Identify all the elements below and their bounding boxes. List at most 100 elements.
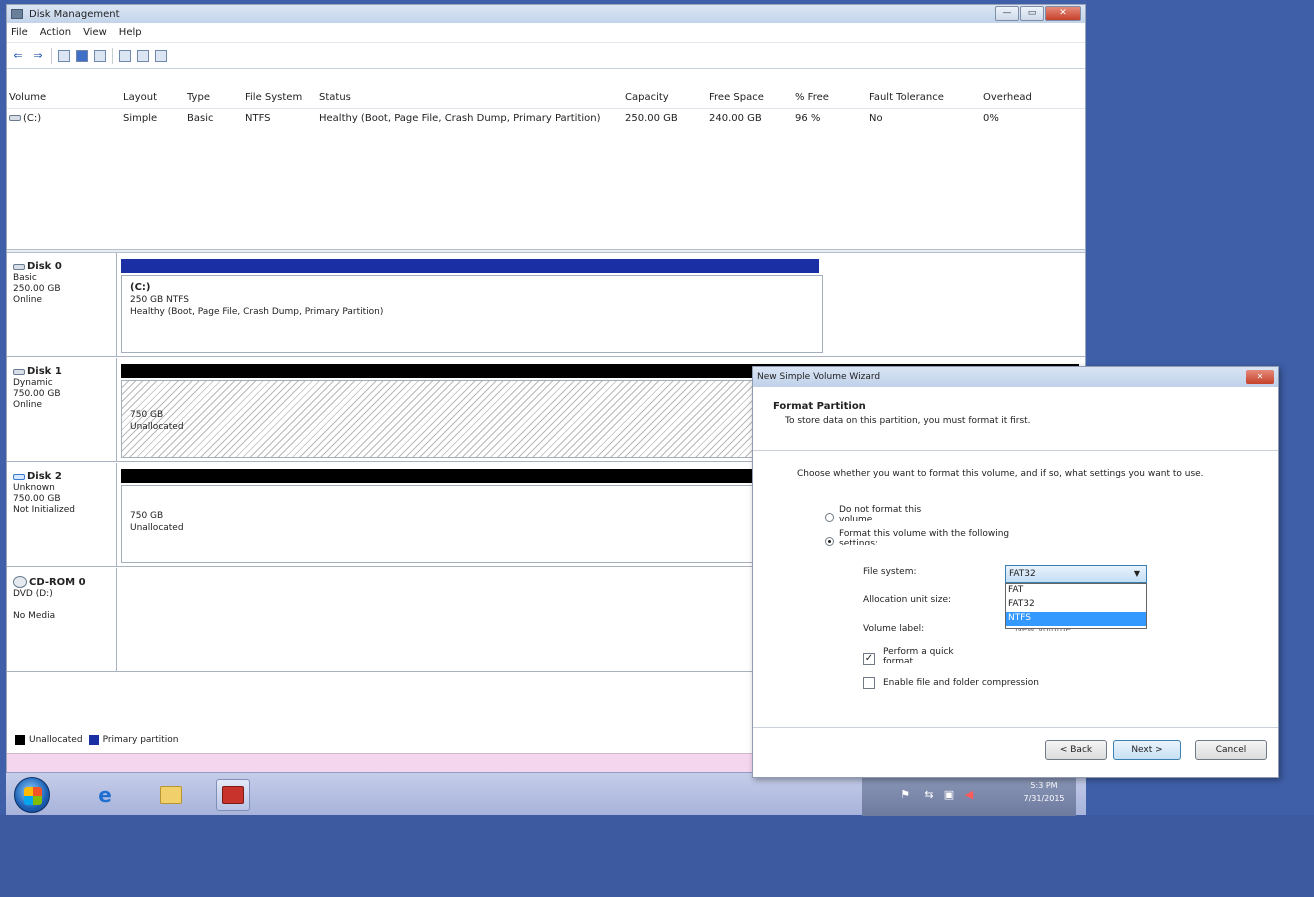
window-title: Disk Management	[29, 8, 120, 20]
legend: Unallocated Primary partition	[15, 735, 178, 745]
dialog-title-bar[interactable]: New Simple Volume Wizard	[753, 367, 1278, 387]
column-header-overhead[interactable]: Overhead	[983, 92, 1032, 103]
column-header-fault-tolerance[interactable]: Fault Tolerance	[869, 92, 944, 103]
menu-file[interactable]: File	[11, 27, 28, 38]
toolbar-separator	[112, 47, 113, 64]
legend-label-unallocated: Unallocated	[29, 735, 83, 745]
show-hide-console-tree-icon[interactable]	[58, 49, 70, 62]
system-clock[interactable]: 5:3 PM 7/31/2015	[1020, 779, 1068, 805]
toolbar-separator	[51, 47, 52, 64]
disk-label-disk-0[interactable]: Disk 0 Basic 250.00 GB Online	[7, 253, 117, 356]
compression-label: Enable file and folder compression	[883, 678, 1039, 688]
file-system-select[interactable]: FAT32 ▼	[1005, 565, 1147, 583]
format-volume-label: Format this volume with the following se…	[839, 529, 1010, 545]
show-action-pane-icon[interactable]	[94, 49, 106, 62]
rescan-disks-icon[interactable]	[155, 49, 167, 62]
help-icon[interactable]	[76, 49, 88, 62]
disk-label-cd-rom-0[interactable]: CD-ROM 0 DVD (D:) No Media	[7, 568, 117, 671]
type-cell: Basic	[187, 113, 214, 124]
do-not-format-radio[interactable]	[825, 513, 834, 522]
back-button[interactable]: < Back	[1045, 740, 1107, 760]
layout-cell: Simple	[123, 113, 158, 124]
maximize-button[interactable]: ▭	[1020, 6, 1044, 21]
column-header-status[interactable]: Status	[319, 92, 351, 103]
menu-view[interactable]: View	[83, 27, 107, 38]
computer-management-icon[interactable]	[216, 779, 250, 811]
format-instruction: Choose whether you want to format this v…	[797, 469, 1204, 479]
column-header-file-system[interactable]: File System	[245, 92, 302, 103]
allocation-unit-size-label: Allocation unit size:	[863, 595, 952, 605]
volume-muted-icon[interactable]: ◀	[962, 788, 976, 802]
legend-swatch-unallocated	[15, 735, 25, 745]
column-header-percent-free[interactable]: % Free	[795, 92, 829, 103]
legend-label-primary: Primary partition	[102, 735, 179, 745]
do-not-format-label: Do not format this volume	[839, 505, 922, 521]
windows-logo-icon	[24, 787, 42, 805]
cd-rom-icon	[13, 576, 27, 588]
disk-label-disk-1[interactable]: Disk 1 Dynamic 750.00 GB Online	[7, 358, 117, 461]
start-button[interactable]	[14, 777, 50, 813]
primary-partition-bar	[121, 259, 819, 273]
volume-list-header: Volume Layout Type File System Status Ca…	[7, 89, 1085, 109]
close-button[interactable]: ✕	[1045, 6, 1081, 21]
menu-action[interactable]: Action	[40, 27, 71, 38]
column-header-capacity[interactable]: Capacity	[625, 92, 669, 103]
internet-explorer-icon[interactable]: e	[88, 779, 122, 811]
disk-row-disk-0: Disk 0 Basic 250.00 GB Online (C:) 250 G…	[7, 253, 1085, 357]
status-cell: Healthy (Boot, Page File, Crash Dump, Pr…	[319, 113, 601, 124]
column-header-layout[interactable]: Layout	[123, 92, 157, 103]
table-row[interactable]: (C:) Simple Basic NTFS Healthy (Boot, Pa…	[7, 111, 1085, 129]
column-header-free-space[interactable]: Free Space	[709, 92, 764, 103]
window-controls: — ▭ ✕	[995, 6, 1081, 21]
new-simple-volume-wizard: New Simple Volume Wizard ✕ Format Partit…	[752, 366, 1279, 778]
action-center-icon[interactable]: ⚑	[898, 788, 912, 802]
forward-arrow-icon[interactable]: ⇒	[31, 49, 45, 63]
file-system-cell: NTFS	[245, 113, 271, 124]
disk-not-initialized-icon	[13, 473, 25, 480]
windows-explorer-icon[interactable]	[154, 779, 188, 811]
legend-swatch-primary	[88, 735, 99, 745]
column-header-volume[interactable]: Volume	[9, 92, 46, 103]
page-title: Format Partition	[773, 401, 866, 412]
next-button[interactable]: Next >	[1113, 740, 1181, 760]
toolbar: ⇐ ⇒	[7, 43, 1085, 69]
volume-cell: (C:)	[9, 113, 41, 124]
cancel-button[interactable]: Cancel	[1195, 740, 1267, 760]
overhead-cell: 0%	[983, 113, 999, 124]
free-space-cell: 240.00 GB	[709, 113, 762, 124]
notification-area: ⚑ ⇆ ▣ ◀ 5:3 PM 7/31/2015	[862, 773, 1076, 816]
properties-icon[interactable]	[137, 49, 149, 62]
disk-label-disk-2[interactable]: Disk 2 Unknown 750.00 GB Not Initialized	[7, 463, 117, 566]
file-system-option-fat[interactable]: FAT	[1006, 584, 1146, 598]
menu-help[interactable]: Help	[119, 27, 142, 38]
format-volume-radio[interactable]	[825, 537, 834, 546]
compression-checkbox[interactable]	[863, 677, 875, 689]
dialog-close-button[interactable]: ✕	[1246, 370, 1274, 384]
dialog-title: New Simple Volume Wizard	[757, 372, 881, 382]
column-header-type[interactable]: Type	[187, 92, 210, 103]
disk-icon	[13, 263, 25, 270]
disk-management-icon	[11, 9, 23, 19]
minimize-button[interactable]: —	[995, 6, 1019, 21]
file-system-label: File system:	[863, 567, 917, 577]
refresh-icon[interactable]	[119, 49, 131, 62]
title-bar[interactable]: Disk Management	[7, 5, 1085, 23]
usb-icon[interactable]: ⇆	[922, 788, 936, 802]
desktop-lower-area	[0, 815, 1314, 897]
page-subtitle: To store data on this partition, you mus…	[785, 416, 1031, 426]
volume-label-label: Volume label:	[863, 624, 925, 634]
taskbar: e ⚑ ⇆ ▣ ◀ 5:3 PM 7/31/2015	[6, 772, 1086, 816]
quick-format-checkbox[interactable]: ✓	[863, 653, 875, 665]
file-system-option-ntfs[interactable]: NTFS	[1006, 612, 1146, 626]
fault-tolerance-cell: No	[869, 113, 883, 124]
back-arrow-icon[interactable]: ⇐	[11, 49, 25, 63]
disk-icon	[13, 368, 25, 375]
file-system-option-fat32[interactable]: FAT32	[1006, 598, 1146, 612]
partition-c[interactable]: (C:) 250 GB NTFS Healthy (Boot, Page Fil…	[121, 275, 823, 353]
dialog-footer: < Back Next > Cancel	[753, 727, 1278, 777]
file-system-dropdown: FAT FAT32 NTFS	[1005, 583, 1147, 629]
capacity-cell: 250.00 GB	[625, 113, 678, 124]
network-icon[interactable]: ▣	[942, 788, 956, 802]
quick-format-label: Perform a quick format	[883, 647, 954, 663]
menu-bar: File Action View Help	[7, 23, 1085, 43]
